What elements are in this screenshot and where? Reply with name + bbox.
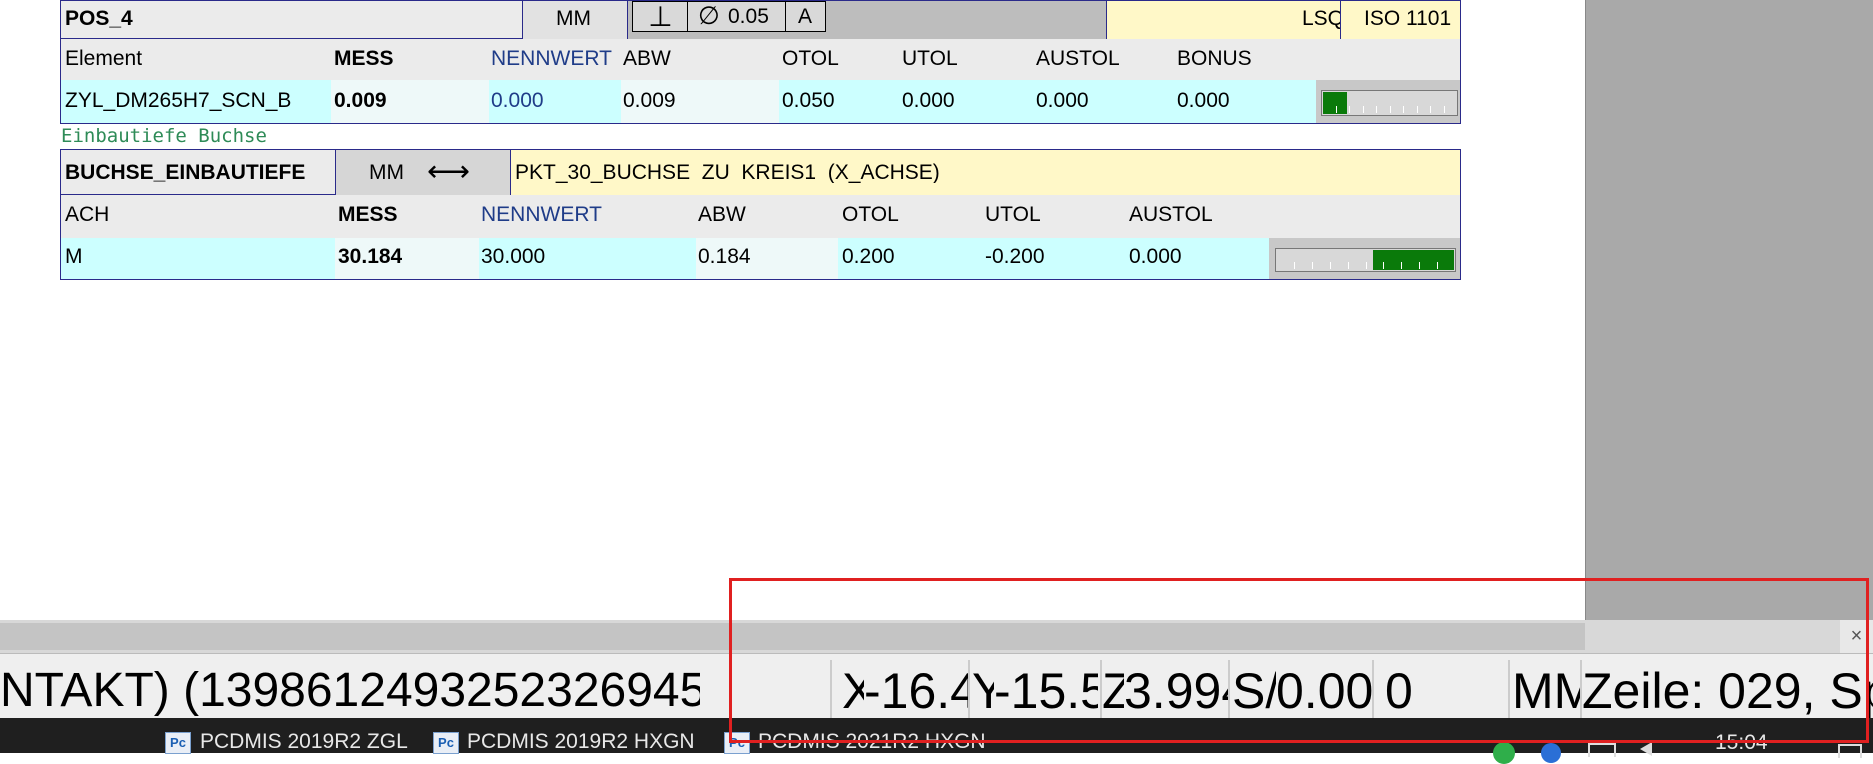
col-header-abw: ABW bbox=[698, 204, 746, 225]
pcdmis-app-icon: Pc bbox=[165, 732, 191, 754]
gauge-tick bbox=[1401, 262, 1402, 269]
fcf-tolerance-value: 0.05 bbox=[728, 5, 769, 28]
gauge-tick bbox=[1312, 262, 1313, 269]
gauge-tick bbox=[1403, 106, 1404, 113]
value-element: ZYL_DM265H7_SCN_B bbox=[65, 90, 292, 111]
reference-label: PKT_30_BUCHSE ZU KREIS1 (X_ACHSE) bbox=[515, 162, 940, 183]
method-label: LSQ bbox=[1302, 8, 1345, 29]
value-otol: 0.050 bbox=[782, 90, 835, 111]
gauge-tick bbox=[1330, 262, 1331, 269]
gauge-fill bbox=[1373, 250, 1454, 270]
gauge-tick bbox=[1294, 262, 1295, 269]
gauge-tick bbox=[1417, 106, 1418, 113]
value-utol: -0.200 bbox=[985, 246, 1045, 267]
col-header-nennwert: NENNWERT bbox=[481, 204, 602, 225]
col-header-bonus: BONUS bbox=[1177, 48, 1252, 69]
value-bonus: 0.000 bbox=[1177, 90, 1230, 111]
perpendicularity-icon: ⊥ bbox=[648, 1, 673, 32]
volume-icon[interactable] bbox=[1640, 742, 1652, 756]
gauge-tick bbox=[1376, 106, 1377, 113]
value-mess: 30.184 bbox=[338, 246, 403, 267]
diameter-icon: ∅ bbox=[698, 2, 720, 30]
col-header-mess: MESS bbox=[334, 48, 394, 69]
unit-box bbox=[335, 150, 511, 195]
tray-app-icon[interactable] bbox=[1493, 742, 1515, 764]
notification-icon[interactable] bbox=[1838, 744, 1862, 758]
taskbar-app-pcdmis-2019r2-zgl[interactable]: PCDMIS 2019R2 ZGL bbox=[200, 730, 408, 753]
fcf-cell-tolerance: ∅ 0.05 bbox=[688, 2, 786, 31]
highlight-box bbox=[729, 578, 1869, 743]
comment-text: Einbautiefe Buchse bbox=[61, 127, 267, 146]
col-header-abw: ABW bbox=[623, 48, 671, 69]
gauge-tick bbox=[1348, 262, 1349, 269]
distance-arrow-icon: ⟷ bbox=[427, 157, 471, 187]
value-nennwert: 0.000 bbox=[491, 90, 544, 111]
gauge-tick bbox=[1430, 106, 1431, 113]
gauge-tick bbox=[1363, 106, 1364, 113]
value-abw: 0.009 bbox=[623, 90, 676, 111]
value-otol: 0.200 bbox=[842, 246, 895, 267]
fcf-cell-symbol: ⊥ bbox=[633, 2, 688, 31]
gauge-tick bbox=[1336, 106, 1337, 113]
tolerance-gauge bbox=[1321, 90, 1458, 116]
col-header-austol: AUSTOL bbox=[1036, 48, 1120, 69]
value-ach: M bbox=[65, 246, 83, 267]
col-header-otol: OTOL bbox=[782, 48, 839, 69]
col-header-ach: ACH bbox=[65, 204, 110, 225]
gauge-tick bbox=[1349, 106, 1350, 113]
gauge-fill bbox=[1323, 92, 1347, 114]
standard-label: ISO 1101 bbox=[1364, 8, 1452, 29]
gauge-tick bbox=[1383, 262, 1384, 269]
feature-name: BUCHSE_EINBAUTIEFE bbox=[65, 162, 306, 183]
value-nennwert: 30.000 bbox=[481, 246, 546, 267]
unit-label: MM bbox=[556, 8, 591, 29]
status-mode: NTAKT) (13986124932523269450) bbox=[0, 664, 700, 717]
tray-app-icon[interactable] bbox=[1541, 743, 1561, 763]
value-mess: 0.009 bbox=[334, 90, 387, 111]
gauge-tick bbox=[1390, 106, 1391, 113]
value-utol: 0.000 bbox=[902, 90, 955, 111]
feature-table-buchse: BUCHSE_EINBAUTIEFE MM ⟷ PKT_30_BUCHSE ZU… bbox=[60, 149, 1461, 280]
col-header-austol: AUSTOL bbox=[1129, 204, 1213, 225]
gauge-tick bbox=[1444, 106, 1445, 113]
unit-label: MM bbox=[369, 162, 404, 183]
tolerance-gauge bbox=[1275, 248, 1456, 272]
gauge-tick bbox=[1437, 262, 1438, 269]
network-icon[interactable] bbox=[1588, 743, 1616, 757]
taskbar-app-pcdmis-2019r2-hxgn[interactable]: PCDMIS 2019R2 HXGN bbox=[467, 730, 695, 753]
value-austol: 0.000 bbox=[1036, 90, 1089, 111]
value-austol: 0.000 bbox=[1129, 246, 1182, 267]
feature-control-frame: ⊥ ∅ 0.05 A bbox=[632, 1, 826, 32]
pcdmis-app-icon: Pc bbox=[433, 732, 459, 754]
col-header-element: Element bbox=[65, 48, 143, 69]
col-header-nennwert: NENNWERT bbox=[491, 48, 612, 69]
gauge-tick bbox=[1366, 262, 1367, 269]
feature-name: POS_4 bbox=[65, 8, 133, 29]
value-abw: 0.184 bbox=[698, 246, 751, 267]
col-header-utol: UTOL bbox=[985, 204, 1041, 225]
fcf-datum: A bbox=[797, 5, 812, 28]
col-header-utol: UTOL bbox=[902, 48, 958, 69]
fcf-cell-datum: A bbox=[786, 2, 824, 31]
col-header-otol: OTOL bbox=[842, 204, 899, 225]
gauge-tick bbox=[1419, 262, 1420, 269]
feature-table-pos4: POS_4 MM ⊥ ∅ 0.05 A LSQ ISO 1101 Element… bbox=[60, 0, 1461, 124]
column-header-row bbox=[61, 195, 1460, 238]
right-gray-panel bbox=[1585, 0, 1873, 620]
col-header-mess: MESS bbox=[338, 204, 398, 225]
